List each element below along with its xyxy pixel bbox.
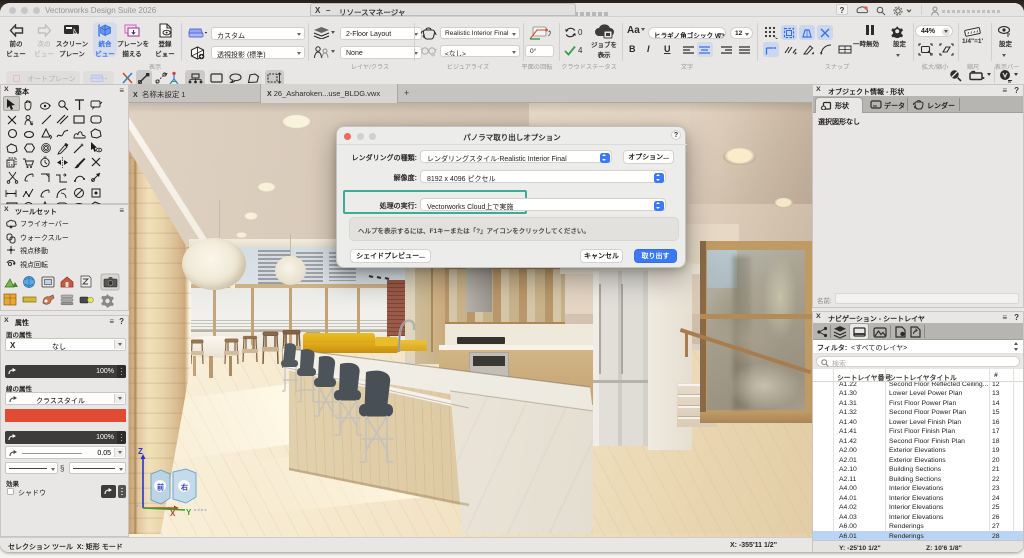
svg-text:Y: Y bbox=[186, 508, 192, 516]
svg-text:前: 前 bbox=[157, 483, 164, 492]
svg-text:Z: Z bbox=[138, 447, 143, 456]
svg-text:右: 右 bbox=[180, 483, 188, 492]
